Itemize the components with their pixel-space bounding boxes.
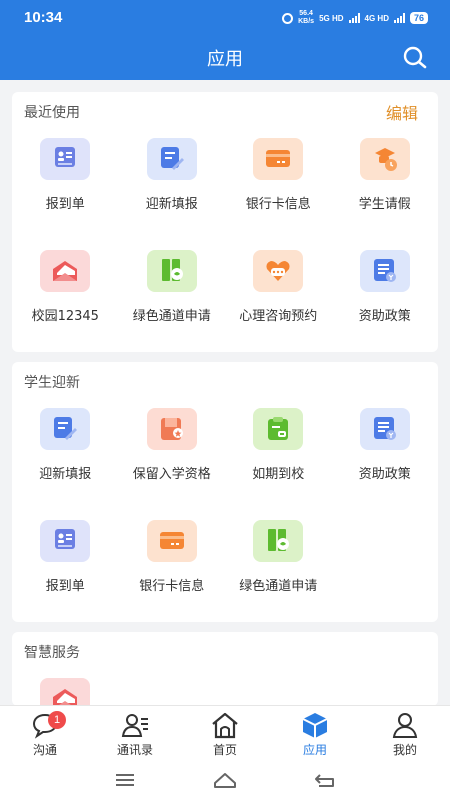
app-tile[interactable]: 资助政策 — [332, 404, 439, 516]
home-icon — [212, 712, 238, 739]
tab-label: 应用 — [302, 743, 327, 757]
app-tile-label: 绿色通道申请 — [239, 579, 318, 594]
status-bar: 10:34 56.4 KB/s 5G HD 4G HD 76 — [0, 0, 450, 36]
back-icon[interactable] — [313, 771, 337, 789]
report-card-icon — [40, 138, 91, 180]
recent-grid: 报到单 迎新填报 银行卡信息 学生请假校园12345 绿色通道申请 心理咨询预约 资助政策 — [12, 134, 438, 358]
status-time: 10:34 — [24, 9, 63, 26]
app-tile[interactable]: 报到单 — [12, 516, 119, 628]
app-tile-label: 绿色通道申请 — [132, 309, 211, 324]
finance-policy-icon — [359, 250, 410, 292]
signal-icon — [348, 13, 360, 23]
app-tile[interactable]: 绿色通道申请 — [119, 246, 226, 358]
status-icons: 56.4 KB/s 5G HD 4G HD 76 — [282, 10, 428, 26]
envelope-icon — [40, 250, 91, 292]
tab-label: 首页 — [212, 743, 237, 757]
signal-icon — [393, 13, 405, 23]
profile-icon — [392, 713, 418, 738]
section-title: 最近使用 — [24, 105, 80, 121]
app-tile-label: 报到单 — [45, 197, 85, 212]
tab-label: 通讯录 — [116, 743, 153, 757]
tab-contacts[interactable]: 通讯录 — [90, 706, 180, 761]
app-tile[interactable]: 迎新填报 — [12, 404, 119, 516]
app-tile[interactable]: 绿色通道申请 — [225, 516, 332, 628]
tab-home[interactable]: 首页 — [180, 706, 270, 761]
envelope-icon — [40, 678, 91, 706]
app-tile[interactable]: 迎新填报 — [119, 134, 226, 246]
bank-card-icon — [253, 138, 304, 180]
tab-apps-cube[interactable]: 应用 — [270, 706, 360, 761]
welcome-grid: 迎新填报 保留入学资格 如期到校 资助政策报到单 银行卡信息 绿色通道申请 — [12, 404, 438, 628]
app-tile-label: 迎新填报 — [39, 467, 92, 482]
app-tile[interactable] — [12, 674, 119, 706]
unread-badge: 1 — [48, 711, 66, 729]
section-title: 智慧服务 — [24, 645, 80, 661]
app-tile-label: 银行卡信息 — [139, 579, 205, 594]
recent-section: 最近使用 编辑 报到单 迎新填报 银行卡信息 学生请假校园12345 绿色通道申请 心理咨… — [12, 92, 438, 352]
sim1-label: 5G HD — [319, 13, 344, 23]
clipboard-icon — [253, 408, 304, 450]
search-icon[interactable] — [402, 45, 428, 71]
network-speed-unit: KB/s — [298, 18, 315, 25]
smart-grid — [12, 674, 438, 706]
section-title: 学生迎新 — [24, 375, 80, 391]
tab-label: 我的 — [392, 743, 417, 757]
app-tile-label: 保留入学资格 — [132, 467, 211, 482]
menu-icon[interactable] — [113, 771, 137, 789]
home-nav-icon[interactable] — [213, 771, 237, 789]
app-bar: 应用 — [0, 36, 450, 80]
smart-service-section: 智慧服务 — [12, 632, 438, 706]
app-tile-label: 学生请假 — [358, 197, 411, 212]
report-card-icon — [40, 520, 91, 562]
edit-form-icon — [146, 138, 197, 180]
app-tile-label: 资助政策 — [358, 467, 411, 482]
welcome-section: 学生迎新 迎新填报 保留入学资格 如期到校 资助政策报到单 银行卡信息 绿色通道申请 — [12, 362, 438, 622]
battery-level: 76 — [409, 12, 428, 24]
tab-profile[interactable]: 我的 — [360, 706, 450, 761]
alarm-icon — [282, 12, 294, 24]
edit-button[interactable]: 编辑 — [386, 100, 418, 124]
system-nav-bar — [0, 761, 450, 800]
tab-label: 沟通 — [32, 743, 57, 757]
sim2-label: 4G HD — [364, 13, 389, 23]
app-tile[interactable]: 保留入学资格 — [119, 404, 226, 516]
app-tile[interactable]: 学生请假 — [332, 134, 439, 246]
network-speed-value: 56.4 — [299, 10, 313, 17]
apps-cube-icon — [302, 713, 328, 738]
app-tile-label: 报到单 — [45, 579, 85, 594]
student-leave-icon — [359, 138, 410, 180]
app-tile-label: 如期到校 — [252, 467, 305, 482]
folder-star-icon — [146, 408, 197, 450]
app-tile-label: 心理咨询预约 — [239, 309, 318, 324]
app-tile[interactable]: 资助政策 — [332, 246, 439, 358]
bottom-tab-bar: 1 沟通 通讯录 首页 应用 我的 — [0, 705, 450, 761]
app-tile[interactable]: 银行卡信息 — [119, 516, 226, 628]
contacts-icon — [121, 714, 148, 737]
app-tile[interactable]: 校园12345 — [12, 246, 119, 358]
edit-form-icon — [40, 408, 91, 450]
app-tile[interactable]: 报到单 — [12, 134, 119, 246]
app-tile-label: 迎新填报 — [145, 197, 198, 212]
app-tile[interactable]: 心理咨询预约 — [225, 246, 332, 358]
app-tile-label: 银行卡信息 — [245, 197, 311, 212]
green-channel-icon — [253, 520, 304, 562]
app-tile[interactable]: 如期到校 — [225, 404, 332, 516]
heart-chat-icon — [253, 250, 304, 292]
app-tile[interactable]: 银行卡信息 — [225, 134, 332, 246]
app-tile-label: 资助政策 — [358, 309, 411, 324]
bank-card-icon — [146, 520, 197, 562]
green-channel-icon — [146, 250, 197, 292]
network-speed: 56.4 KB/s — [298, 10, 314, 26]
finance-policy-icon — [359, 408, 410, 450]
tab-chat[interactable]: 1 沟通 — [0, 706, 90, 761]
app-tile-label: 校园12345 — [31, 309, 99, 324]
page-title: 应用 — [207, 49, 243, 70]
